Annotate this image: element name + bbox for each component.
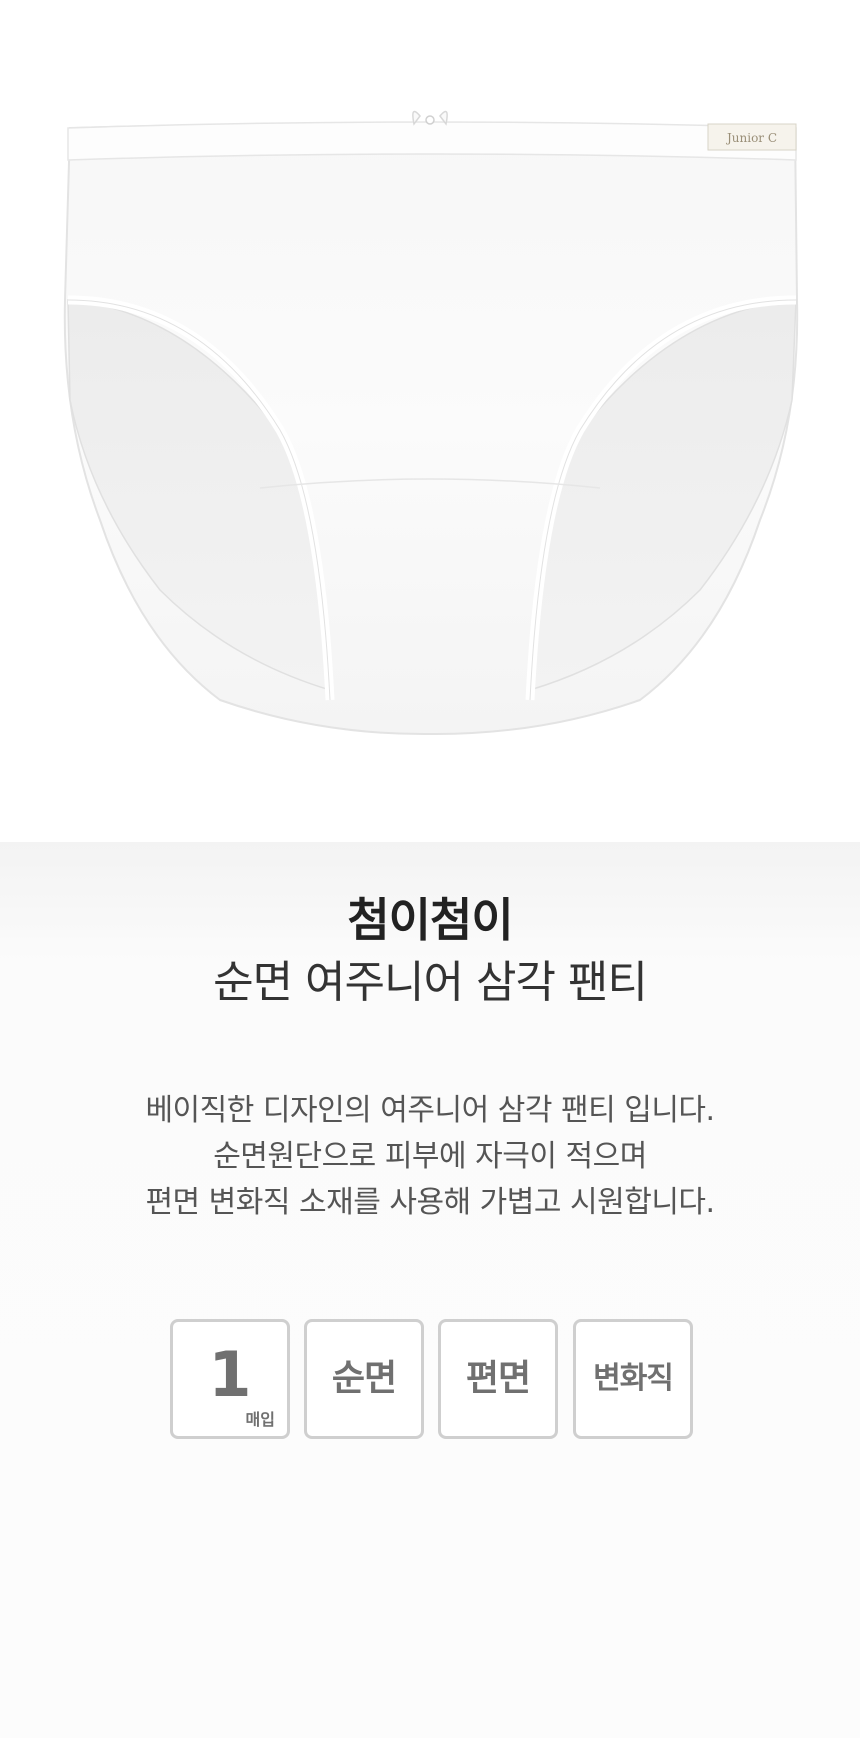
weave-label: 변화직 — [593, 1361, 674, 1396]
brand-name: 첨이첨이 — [347, 893, 513, 947]
quantity-unit: 매입 — [245, 1410, 275, 1429]
description-line: 편면 변화직 소재를 사용해 가볍고 시원합니다. — [145, 1185, 715, 1220]
product-image: Junior C — [0, 0, 860, 842]
description-line: 베이직한 디자인의 여주니어 삼각 팬티 입니다. — [145, 1093, 715, 1128]
knit-badge: 편면 — [438, 1319, 558, 1439]
knit-label: 편면 — [465, 1358, 531, 1399]
quantity-badge: 1 매입 — [170, 1319, 290, 1439]
material-label: 순면 — [331, 1358, 397, 1399]
weave-badge: 변화직 — [573, 1319, 693, 1439]
material-badge: 순면 — [304, 1319, 424, 1439]
brand-label-tag: Junior C — [726, 131, 778, 145]
product-name: 순면 여주니어 삼각 팬티 — [213, 957, 648, 1008]
product-description: 베이직한 디자인의 여주니어 삼각 팬티 입니다. 순면원단으로 피부에 자극이… — [0, 1088, 860, 1226]
quantity-number: 1 — [208, 1338, 252, 1411]
description-line: 순면원단으로 피부에 자극이 적으며 — [213, 1139, 647, 1174]
feature-badges: 1 매입 순면 편면 변화직 — [0, 1319, 860, 1439]
